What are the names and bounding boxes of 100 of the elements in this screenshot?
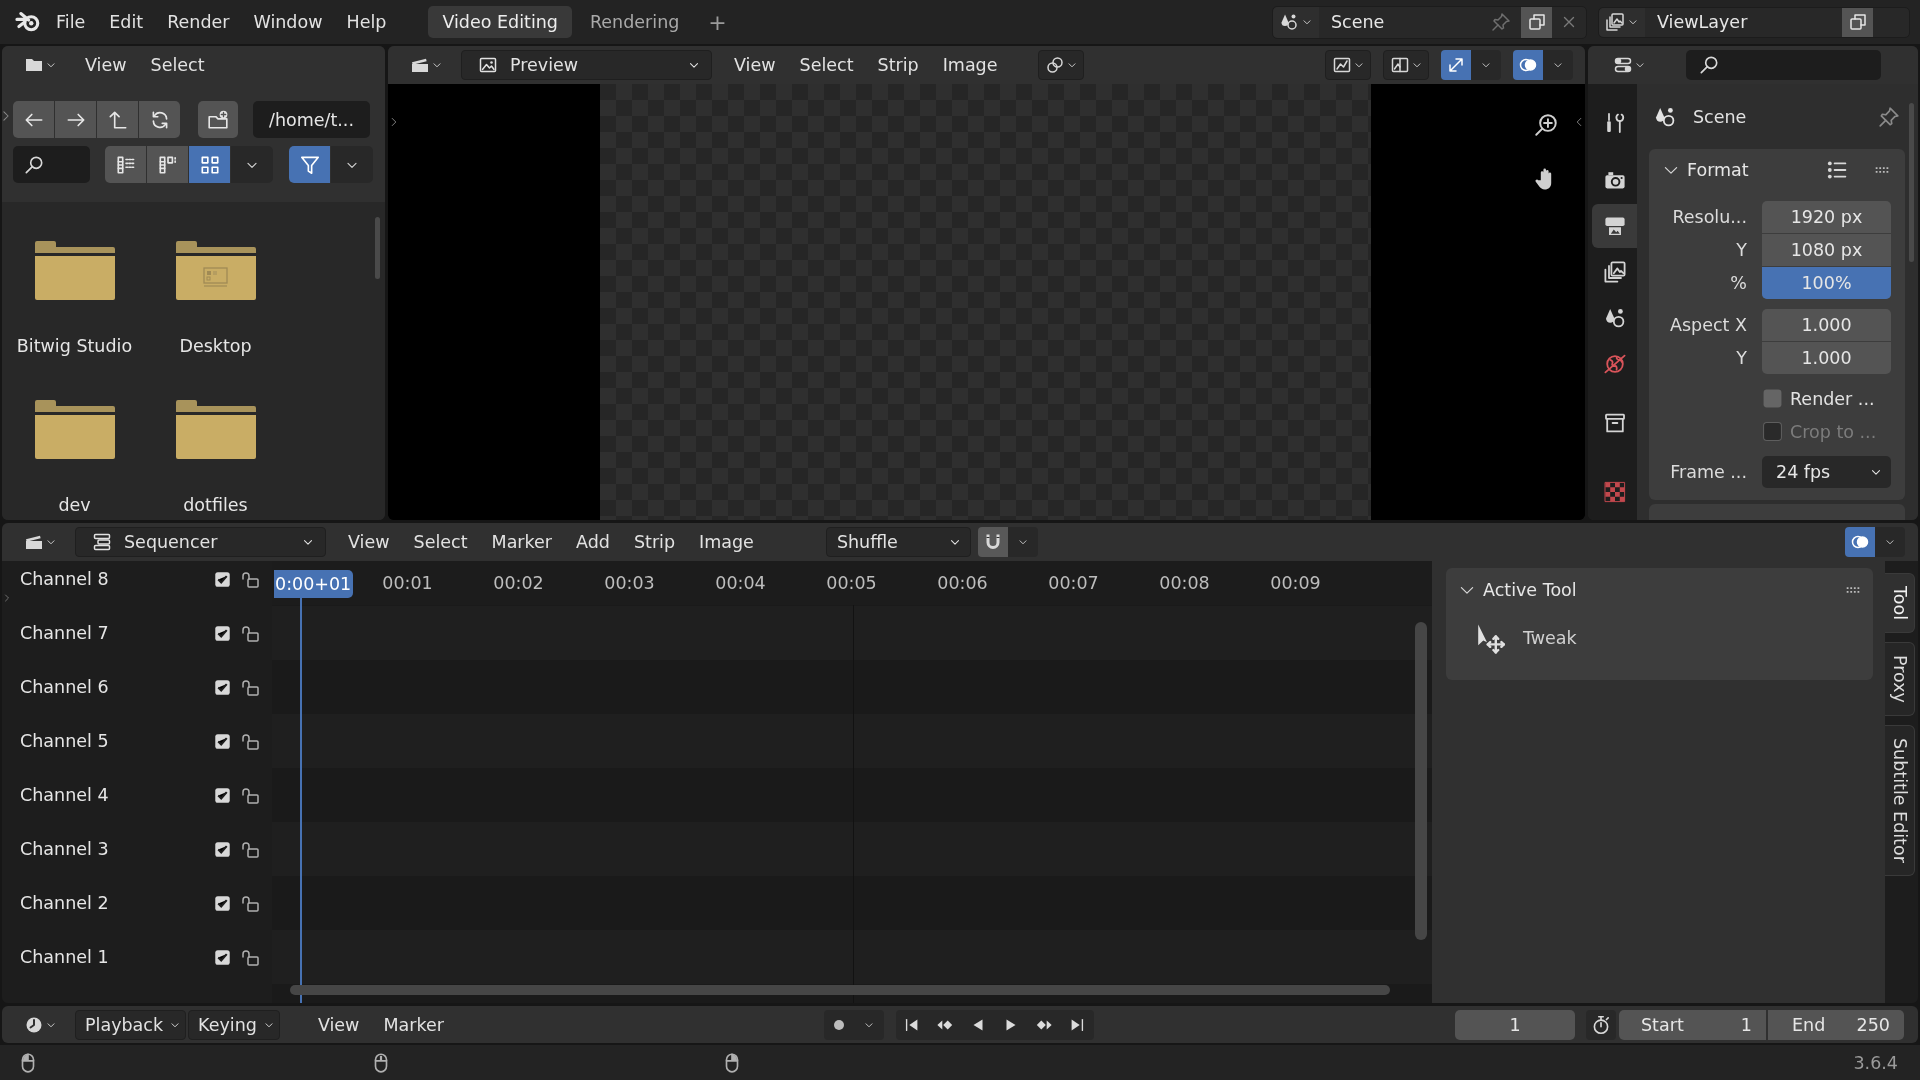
menu-dropdown[interactable]: Playback bbox=[75, 1009, 187, 1040]
scrollbar[interactable] bbox=[1415, 622, 1427, 940]
scrollbar[interactable] bbox=[1909, 103, 1914, 262]
menu-item[interactable]: View bbox=[73, 50, 139, 80]
snapping-toggle[interactable] bbox=[977, 527, 1008, 557]
menu-item[interactable]: Strip bbox=[865, 50, 931, 80]
menu-item[interactable]: Select bbox=[787, 50, 866, 80]
checkbox[interactable] bbox=[214, 732, 231, 750]
number-field[interactable]: 1.000 bbox=[1762, 342, 1891, 374]
menu-item[interactable]: Select bbox=[138, 50, 217, 80]
sidebar-tab[interactable]: Proxy bbox=[1885, 642, 1915, 716]
overlap-mode-dropdown[interactable]: Shuffle bbox=[825, 527, 971, 557]
current-frame-badge[interactable]: 0:00+01 bbox=[274, 570, 354, 598]
checkbox[interactable] bbox=[214, 624, 231, 642]
lock-icon[interactable] bbox=[240, 731, 260, 751]
sidebar-tab[interactable]: Tool bbox=[1885, 573, 1915, 633]
panel-title[interactable]: Active Tool bbox=[1483, 580, 1577, 600]
zoom-in-icon[interactable] bbox=[1533, 112, 1559, 138]
checkbox-label[interactable]: Render ... bbox=[1790, 388, 1875, 409]
lock-icon[interactable] bbox=[240, 893, 260, 913]
panel-title[interactable]: Format bbox=[1687, 160, 1749, 180]
lock-icon[interactable] bbox=[240, 677, 260, 697]
checkbox[interactable] bbox=[214, 570, 231, 588]
end-frame-field[interactable]: End 250 bbox=[1768, 1009, 1904, 1040]
overlay-toggle[interactable] bbox=[1845, 527, 1875, 557]
folder-icon[interactable] bbox=[175, 400, 256, 459]
menu-item[interactable]: Help bbox=[334, 7, 399, 37]
menu-item[interactable]: Select bbox=[401, 527, 480, 557]
auto-keying-button[interactable] bbox=[823, 1009, 854, 1040]
menu-item[interactable]: Window bbox=[241, 7, 335, 37]
current-frame-field[interactable]: 1 bbox=[1455, 1009, 1575, 1040]
file-name[interactable]: Desktop bbox=[179, 335, 252, 357]
menu-item[interactable]: File bbox=[44, 7, 98, 37]
display-dropdown[interactable] bbox=[1325, 50, 1371, 80]
start-frame-field[interactable]: Start 1 bbox=[1619, 1009, 1766, 1040]
number-field[interactable]: 1920 px bbox=[1762, 201, 1891, 233]
checkbox[interactable] bbox=[214, 840, 231, 858]
channels-dropdown[interactable] bbox=[1383, 50, 1429, 80]
file-name[interactable]: dotfiles bbox=[183, 494, 248, 516]
add-workspace-button[interactable]: + bbox=[703, 8, 732, 36]
scrollbar[interactable] bbox=[290, 985, 1390, 995]
workspace-tab[interactable]: Rendering bbox=[575, 6, 694, 38]
menu-item[interactable]: View bbox=[722, 50, 788, 80]
properties-tab[interactable] bbox=[1592, 204, 1637, 248]
folder-icon[interactable] bbox=[34, 400, 115, 459]
menu-item[interactable]: Marker bbox=[479, 527, 565, 557]
lock-icon[interactable] bbox=[240, 569, 260, 589]
lock-icon[interactable] bbox=[240, 785, 260, 805]
view-layer-browse-button[interactable] bbox=[1599, 7, 1645, 37]
lock-icon[interactable] bbox=[240, 623, 260, 643]
number-field[interactable]: 1.000 bbox=[1762, 309, 1891, 341]
menu-item[interactable]: Add bbox=[564, 527, 622, 557]
forward-button[interactable] bbox=[55, 101, 96, 138]
checkbox[interactable] bbox=[214, 678, 231, 696]
folder-icon[interactable] bbox=[34, 241, 115, 300]
frame-rate-dropdown[interactable]: 24 fps bbox=[1762, 456, 1891, 488]
menu-item[interactable]: View bbox=[336, 527, 402, 557]
lock-icon[interactable] bbox=[240, 947, 260, 967]
menu-item[interactable]: Marker bbox=[371, 1009, 456, 1040]
menu-item[interactable]: Image bbox=[930, 50, 1010, 80]
sidebar-tab[interactable]: Subtitle Editor bbox=[1885, 724, 1915, 876]
new-view-layer-button[interactable] bbox=[1842, 7, 1873, 37]
display-mode-button[interactable] bbox=[147, 146, 188, 183]
scrollbar[interactable] bbox=[375, 217, 380, 279]
new-folder-button[interactable] bbox=[198, 101, 238, 138]
path-field[interactable]: /home/t... bbox=[253, 101, 370, 138]
filter-toggle[interactable] bbox=[289, 146, 330, 183]
workspace-tab[interactable]: Video Editing bbox=[428, 6, 572, 38]
pin-icon[interactable] bbox=[1491, 12, 1511, 32]
preview-range-toggle[interactable] bbox=[1586, 1009, 1616, 1040]
gizmo-toggle[interactable] bbox=[1441, 50, 1471, 80]
scene-name[interactable]: Scene bbox=[1319, 12, 1491, 32]
pivot-dropdown[interactable] bbox=[1038, 50, 1085, 80]
pin-icon[interactable] bbox=[1878, 105, 1900, 128]
checkbox[interactable] bbox=[214, 894, 231, 912]
display-mode-button[interactable] bbox=[105, 146, 146, 183]
checkbox[interactable] bbox=[1762, 388, 1783, 409]
percentage-slider[interactable]: 100% bbox=[1762, 267, 1891, 299]
number-field[interactable]: 1080 px bbox=[1762, 234, 1891, 266]
desktop-folder-icon[interactable] bbox=[175, 241, 256, 300]
menu-item[interactable]: Edit bbox=[97, 7, 156, 37]
new-scene-button[interactable] bbox=[1521, 6, 1552, 38]
lock-icon[interactable] bbox=[240, 839, 260, 859]
view-layer-name[interactable]: ViewLayer bbox=[1645, 12, 1842, 32]
menu-item[interactable]: Render bbox=[155, 7, 242, 37]
display-mode-button[interactable] bbox=[189, 146, 230, 183]
back-button[interactable] bbox=[13, 101, 54, 138]
file-name[interactable]: Bitwig Studio bbox=[16, 335, 133, 357]
parent-folder-button[interactable] bbox=[97, 101, 138, 138]
search-field[interactable] bbox=[13, 146, 90, 183]
scene-browse-button[interactable] bbox=[1273, 6, 1319, 38]
file-name[interactable]: dev bbox=[58, 494, 91, 516]
search-field[interactable] bbox=[1686, 50, 1881, 80]
menu-item[interactable]: Strip bbox=[621, 527, 688, 557]
overlay-toggle[interactable] bbox=[1513, 50, 1543, 80]
menu-dropdown[interactable]: Keying bbox=[188, 1009, 280, 1040]
checkbox[interactable] bbox=[214, 948, 231, 966]
menu-item[interactable]: View bbox=[305, 1009, 372, 1040]
view-mode-dropdown[interactable]: Sequencer bbox=[75, 527, 326, 557]
menu-item[interactable]: Image bbox=[687, 527, 766, 557]
